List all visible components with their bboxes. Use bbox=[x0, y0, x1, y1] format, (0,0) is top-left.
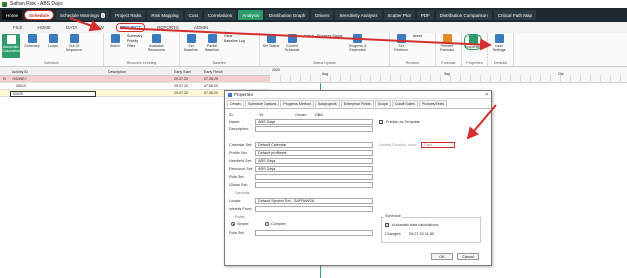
arrow-to-properties bbox=[119, 27, 492, 51]
annotation-arrows bbox=[69, 17, 497, 140]
arrow-to-project-tab bbox=[69, 17, 102, 32]
arrow-to-duration-units bbox=[466, 104, 497, 140]
